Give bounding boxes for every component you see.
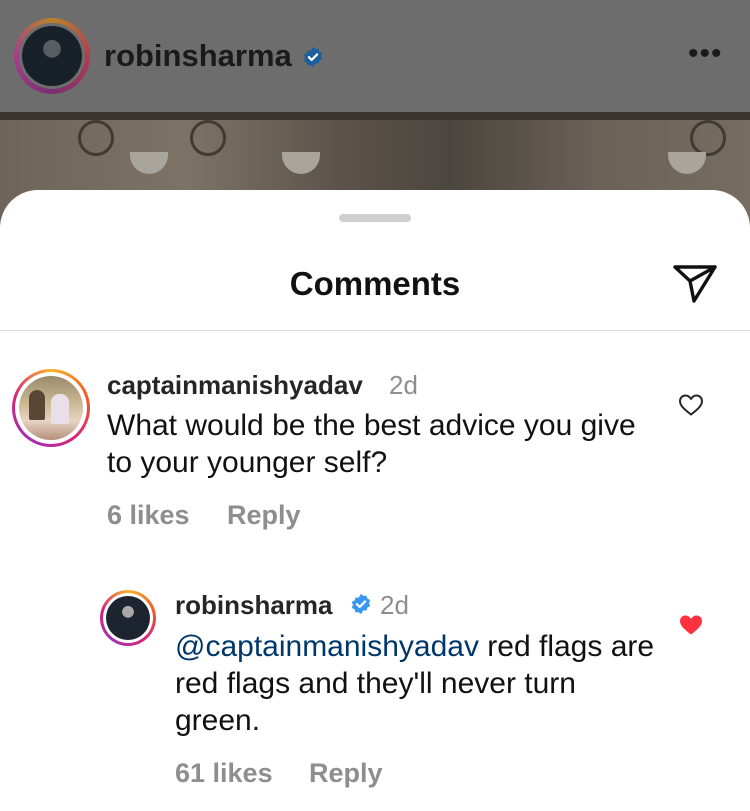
post-header: robinsharma •••: [0, 0, 750, 112]
reply-text: @captainmanishyadav red flags are red fl…: [175, 628, 655, 739]
reply-time: 2d: [380, 590, 409, 620]
mention-link[interactable]: @captainmanishyadav: [175, 630, 479, 663]
commenter-avatar[interactable]: [12, 369, 90, 447]
comments-sheet: Comments captainmanishyadav 2d What woul…: [0, 190, 750, 811]
reply-reply-button[interactable]: Reply: [309, 758, 383, 789]
verified-badge-icon: [303, 46, 323, 68]
divider: [0, 330, 750, 331]
verified-badge-icon: [351, 593, 371, 615]
comment-time: 2d: [389, 370, 418, 400]
sheet-title: Comments: [289, 265, 461, 302]
comment-text: What would be the best advice you give t…: [107, 409, 636, 479]
more-horizontal-icon[interactable]: •••: [688, 39, 723, 69]
send-icon[interactable]: [672, 264, 718, 304]
like-heart-icon[interactable]: [678, 393, 704, 417]
replier-avatar[interactable]: [100, 590, 156, 646]
reply-username[interactable]: robinsharma: [175, 590, 333, 621]
sheet-grabber-handle[interactable]: [339, 214, 411, 222]
comment-likes-count[interactable]: 6 likes: [107, 500, 190, 531]
reply-likes-count[interactable]: 61 likes: [175, 758, 273, 789]
comment-username[interactable]: captainmanishyadav: [107, 370, 363, 401]
liked-heart-icon[interactable]: [678, 613, 704, 637]
comment-reply-button[interactable]: Reply: [227, 500, 301, 531]
post-author-username[interactable]: robinsharma: [104, 38, 292, 74]
post-author-avatar[interactable]: [14, 18, 90, 94]
